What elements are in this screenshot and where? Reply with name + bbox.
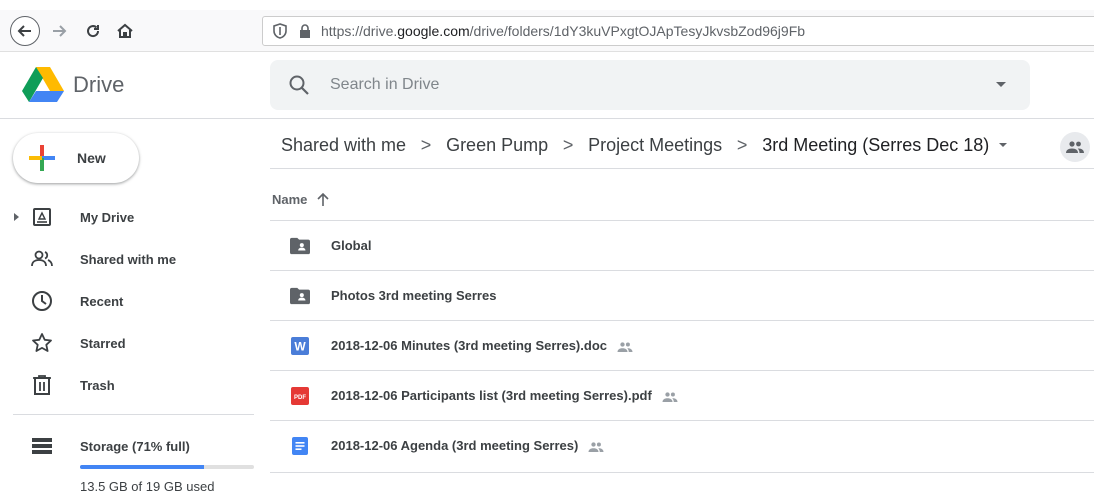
file-name: 2018-12-06 Agenda (3rd meeting Serres) (331, 438, 604, 453)
app-name[interactable]: Drive (73, 72, 124, 98)
star-icon (30, 331, 54, 355)
back-button[interactable] (10, 16, 40, 46)
sidebar-item-shared-with-me[interactable]: Shared with me (0, 240, 254, 278)
reload-icon (87, 25, 100, 38)
shared-people-icon (662, 391, 678, 402)
expand-arrow-icon[interactable] (14, 213, 19, 221)
people-icon (30, 247, 54, 271)
sidebar-item-label: My Drive (80, 210, 135, 225)
sidebar-item-label: Recent (80, 294, 124, 309)
new-button[interactable]: New (13, 133, 139, 183)
file-name: Global (331, 238, 372, 253)
shared-people-button[interactable] (1060, 132, 1090, 162)
breadcrumb-separator: > (562, 134, 574, 155)
shared-folder-icon (290, 286, 310, 306)
home-button[interactable] (112, 16, 138, 46)
arrow-right-icon (53, 25, 67, 37)
shield-icon (273, 23, 287, 39)
forward-button[interactable] (46, 16, 72, 46)
arrow-left-icon (17, 25, 31, 37)
search-options-caret-icon[interactable] (996, 82, 1006, 87)
storage-label[interactable]: Storage (71% full) (80, 439, 190, 454)
url-path: /drive/folders/1dY3kuVPxgtOJApTesyJkvsbZ… (469, 23, 806, 39)
shared-people-icon (588, 441, 604, 452)
shared-folder-icon (290, 236, 310, 256)
shared-people-icon (617, 341, 633, 352)
word-doc-icon: W (290, 336, 310, 356)
breadcrumb-item[interactable]: Project Meetings (588, 135, 722, 156)
arrow-up-icon[interactable] (317, 192, 329, 207)
google-doc-icon (290, 436, 310, 456)
file-name-text: 2018-12-06 Agenda (3rd meeting Serres) (331, 438, 579, 453)
file-name-text: 2018-12-06 Participants list (3rd meetin… (331, 388, 652, 403)
breadcrumb-current-folder[interactable]: 3rd Meeting (Serres Dec 18) (762, 135, 989, 156)
breadcrumb-item[interactable]: Shared with me (281, 135, 406, 156)
header-divider (0, 118, 1094, 119)
lock-icon (300, 24, 310, 38)
storage-progress-fill (80, 465, 204, 469)
sidebar-item-recent[interactable]: Recent (0, 282, 254, 320)
new-button-label: New (77, 150, 106, 166)
url-prefix: https://drive. (321, 23, 398, 39)
breadcrumb-separator: > (420, 134, 432, 155)
folder-menu-caret-icon[interactable] (999, 143, 1008, 147)
breadcrumb-divider (270, 168, 1094, 169)
my-drive-icon (30, 205, 54, 229)
breadcrumb-item[interactable]: Green Pump (446, 135, 548, 156)
storage-used-text: 13.5 GB of 19 GB used (80, 479, 215, 492)
sidebar-divider (13, 414, 254, 415)
file-row[interactable]: PDF 2018-12-06 Participants list (3rd me… (270, 370, 1094, 420)
search-input[interactable] (330, 73, 970, 97)
sidebar-item-trash[interactable]: Trash (0, 366, 254, 404)
search-icon[interactable] (288, 74, 310, 96)
column-header-label: Name (272, 192, 308, 207)
search-bar[interactable] (270, 60, 1030, 110)
pdf-letter: PDF (294, 395, 306, 401)
list-bottom-divider (270, 472, 1094, 473)
name-column-header[interactable]: Name (272, 192, 329, 207)
sidebar-item-starred[interactable]: Starred (0, 324, 254, 362)
clock-icon (30, 289, 54, 313)
address-bar[interactable]: https://drive.google.com/drive/folders/1… (262, 16, 1094, 46)
sidebar-item-my-drive[interactable]: My Drive (0, 198, 254, 236)
file-row[interactable]: Photos 3rd meeting Serres (270, 270, 1094, 320)
file-name: 2018-12-06 Minutes (3rd meeting Serres).… (331, 338, 633, 353)
plus-icon (29, 145, 55, 171)
file-name: 2018-12-06 Participants list (3rd meetin… (331, 388, 678, 403)
url-domain: google.com (397, 23, 470, 39)
file-name-text: 2018-12-06 Minutes (3rd meeting Serres).… (331, 338, 607, 353)
word-doc-letter: W (294, 340, 306, 354)
url-text: https://drive.google.com/drive/folders/1… (321, 23, 805, 39)
file-row[interactable]: 2018-12-06 Agenda (3rd meeting Serres) (270, 420, 1094, 470)
sidebar-item-label: Shared with me (80, 252, 177, 267)
people-icon (1066, 141, 1084, 153)
breadcrumb: Shared with me > Green Pump > Project Me… (281, 133, 1008, 157)
breadcrumb-separator: > (736, 134, 748, 155)
sidebar-item-label: Starred (80, 336, 126, 351)
file-name: Photos 3rd meeting Serres (331, 288, 497, 303)
pdf-icon: PDF (290, 386, 310, 406)
file-row[interactable]: Global (270, 220, 1094, 270)
drive-logo-icon[interactable] (22, 66, 64, 102)
browser-toolbar: https://drive.google.com/drive/folders/1… (0, 10, 1094, 52)
reload-button[interactable] (80, 16, 106, 46)
trash-icon (30, 373, 54, 397)
storage-icon (32, 438, 52, 454)
file-row[interactable]: W 2018-12-06 Minutes (3rd meeting Serres… (270, 320, 1094, 370)
home-icon (117, 23, 133, 38)
storage-progress-bar (80, 465, 254, 469)
sidebar-item-label: Trash (80, 378, 115, 393)
